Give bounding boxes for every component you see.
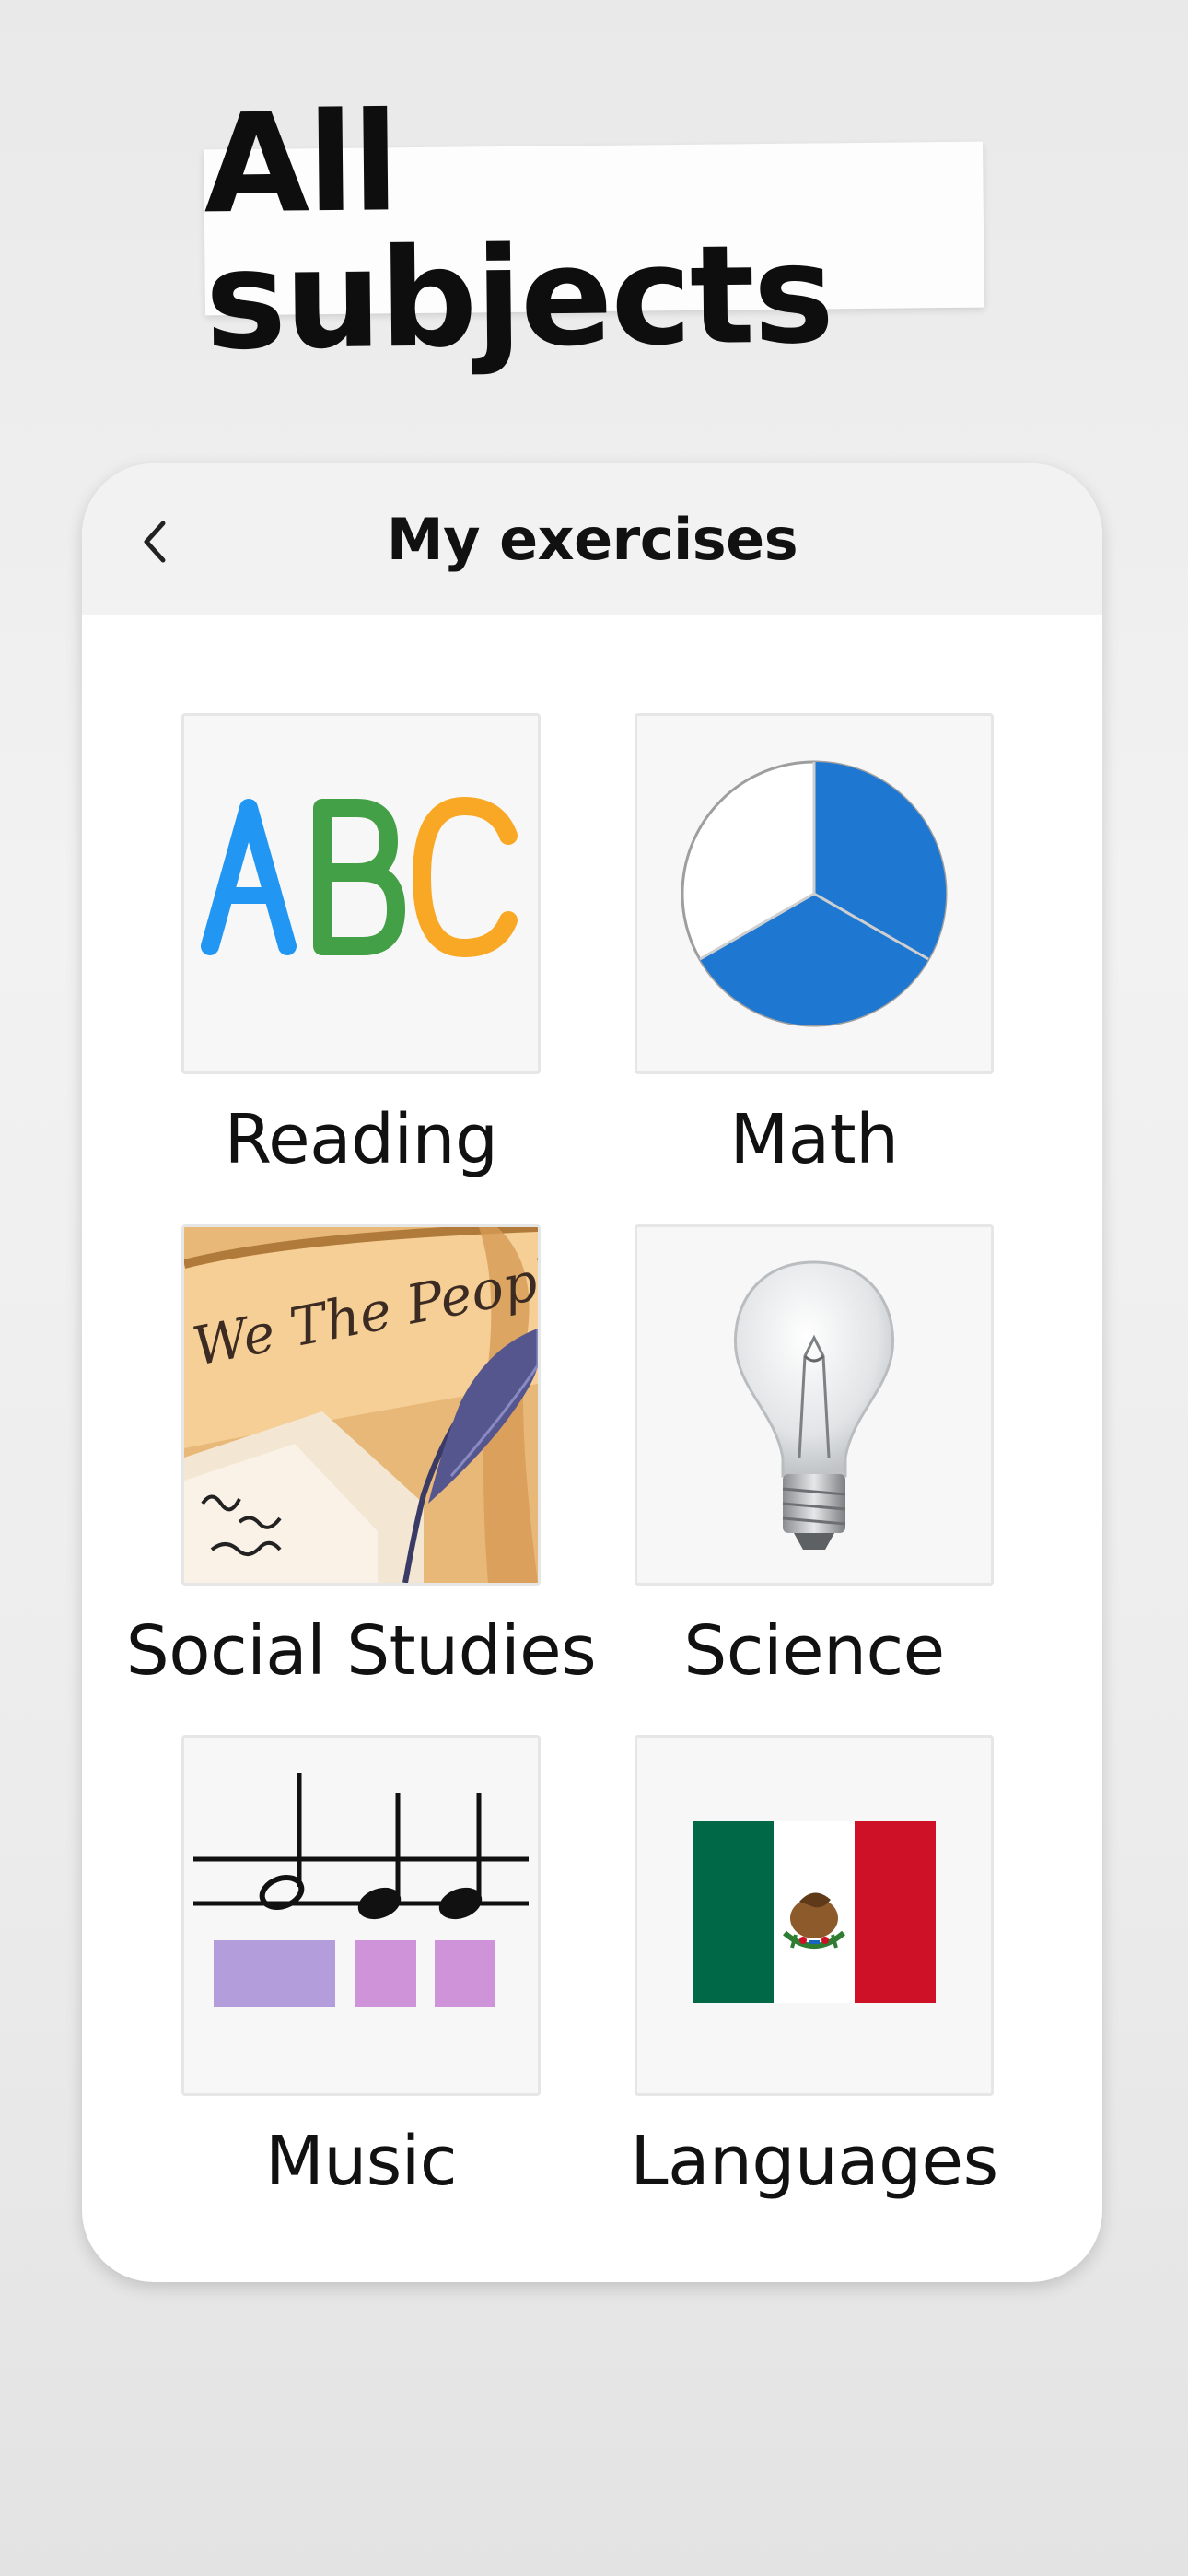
headline-text: All subjects [203, 83, 833, 381]
pie-chart-icon [681, 760, 948, 1027]
subject-tile-social-studies[interactable]: We The People Social Studies [126, 1224, 597, 1691]
screen-title: My exercises [386, 506, 798, 573]
subject-tile-languages[interactable]: Languages [630, 1735, 998, 2201]
social-studies-thumbnail: We The People [181, 1224, 541, 1586]
math-thumbnail [635, 713, 994, 1074]
reading-thumbnail [181, 713, 541, 1074]
science-thumbnail [635, 1224, 994, 1586]
subject-tile-music[interactable]: Music [181, 1735, 541, 2201]
abc-letters-icon [201, 796, 518, 958]
subject-label-languages: Languages [630, 2122, 998, 2201]
subject-tile-science[interactable]: Science [635, 1224, 994, 1691]
music-thumbnail [181, 1735, 541, 2096]
subject-label-social-studies: Social Studies [125, 1611, 597, 1691]
back-button[interactable] [119, 505, 192, 579]
subject-label-math: Math [729, 1100, 899, 1179]
chevron-left-icon [144, 521, 166, 563]
subject-label-reading: Reading [224, 1100, 498, 1179]
nav-bar: My exercises [82, 463, 1102, 615]
subject-label-music: Music [264, 2122, 458, 2201]
subject-tile-reading[interactable]: Reading [181, 713, 541, 1179]
languages-thumbnail [635, 1735, 994, 2096]
headline-banner: All subjects [203, 83, 984, 380]
subject-tile-math[interactable]: Math [635, 713, 994, 1179]
music-notes-icon [193, 1773, 529, 2007]
app-screen: My exercises Reading Math We The People … [82, 463, 1102, 2282]
subject-label-science: Science [683, 1611, 945, 1691]
light-bulb-icon [733, 1260, 895, 1550]
mexico-flag-icon [693, 1821, 936, 2003]
we-the-people-scroll-icon: We The People [184, 1227, 538, 1583]
